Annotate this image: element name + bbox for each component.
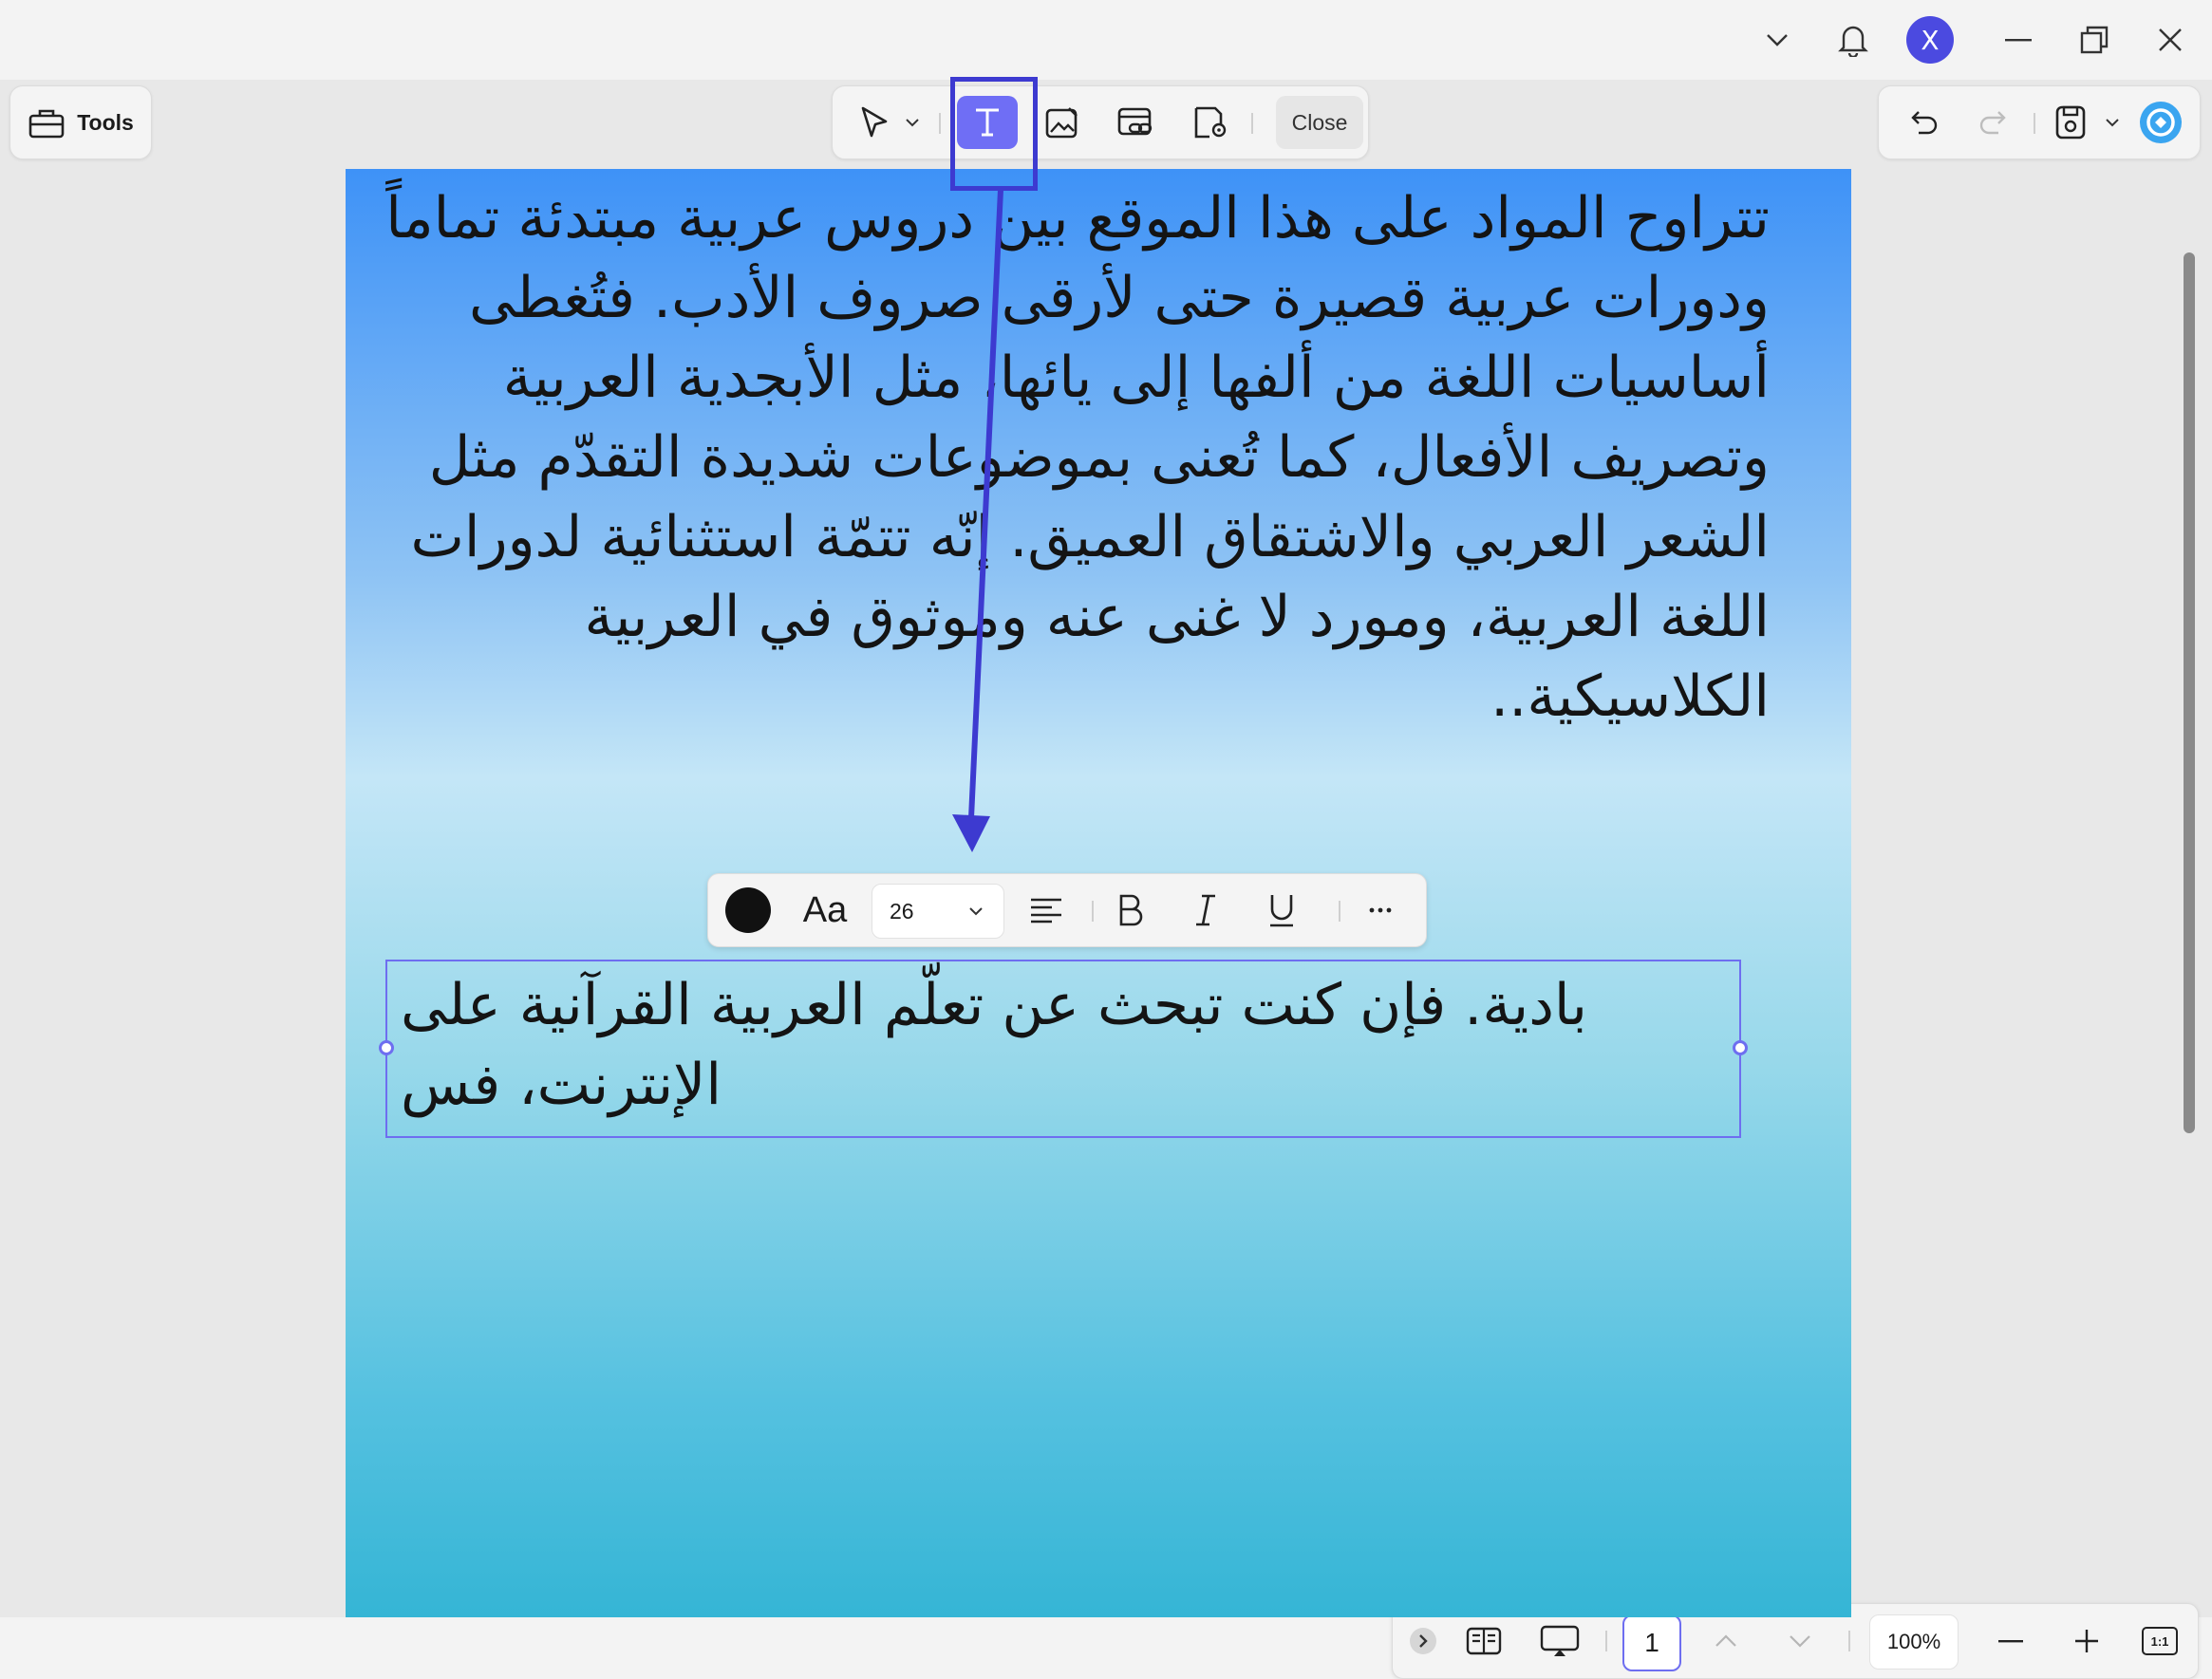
- right-toolbar: [1878, 85, 2201, 159]
- restore-icon[interactable]: [2073, 19, 2115, 61]
- expand-button[interactable]: [1406, 1614, 1440, 1668]
- separator: [1251, 113, 1253, 134]
- title-bar: X: [0, 0, 2212, 80]
- watermark-tool[interactable]: [1182, 96, 1239, 149]
- separator: [1848, 1631, 1850, 1651]
- separator: [2034, 113, 2035, 134]
- cursor-icon: [861, 106, 888, 138]
- document-pin-icon: [1194, 106, 1227, 139]
- minus-icon: [1998, 1640, 2023, 1643]
- more-icon: [1369, 907, 1392, 913]
- avatar-letter: X: [1921, 24, 1940, 56]
- plus-icon: [2075, 1630, 2098, 1652]
- previous-page-button[interactable]: [1702, 1614, 1750, 1668]
- actual-size-button[interactable]: 1:1: [2133, 1614, 2186, 1668]
- separator: [939, 113, 941, 134]
- presentation-icon: [1540, 1625, 1580, 1656]
- tools-button[interactable]: Tools: [9, 85, 152, 159]
- resize-handle-right[interactable]: [1733, 1040, 1748, 1055]
- align-button[interactable]: [1020, 884, 1073, 937]
- chevron-down-icon: [1790, 1635, 1810, 1648]
- toolbox-icon: [28, 109, 65, 139]
- save-button[interactable]: [2042, 96, 2099, 149]
- text-format-toolbar: Aa 26: [707, 873, 1427, 947]
- minimize-icon[interactable]: [1997, 19, 2039, 61]
- bell-icon[interactable]: [1832, 19, 1874, 61]
- tool-highlight-frame: [950, 77, 1038, 191]
- underline-button[interactable]: [1255, 884, 1308, 937]
- save-dropdown[interactable]: [2099, 96, 2126, 149]
- zoom-level[interactable]: 100%: [1869, 1614, 1959, 1670]
- image-edit-icon: [1045, 107, 1078, 139]
- ai-assistant-icon: [2140, 102, 2182, 143]
- select-tool[interactable]: [850, 96, 899, 149]
- separator: [1339, 901, 1340, 922]
- avatar[interactable]: X: [1906, 16, 1954, 64]
- separator: [1605, 1631, 1607, 1651]
- italic-button[interactable]: [1179, 884, 1232, 937]
- bold-button[interactable]: [1103, 884, 1156, 937]
- resize-handle-left[interactable]: [379, 1040, 394, 1055]
- font-family-button[interactable]: Aa: [792, 884, 858, 937]
- actual-size-icon: 1:1: [2142, 1627, 2178, 1655]
- close-icon[interactable]: [2149, 19, 2191, 61]
- page-number-input[interactable]: 1: [1622, 1614, 1681, 1671]
- editing-text[interactable]: بادية. فإن كنت تبحث عن تعلّم العربية الق…: [401, 965, 1635, 1125]
- chevron-down-icon: [2106, 118, 2119, 126]
- reading-mode-button[interactable]: [1455, 1614, 1512, 1668]
- font-size-select[interactable]: 26: [872, 884, 1004, 939]
- select-tool-dropdown[interactable]: [899, 96, 926, 149]
- chevron-down-icon: [906, 118, 919, 126]
- book-icon: [1466, 1627, 1502, 1655]
- bold-icon: [1119, 894, 1143, 926]
- align-left-icon: [1031, 898, 1061, 923]
- italic-icon: [1196, 894, 1215, 926]
- link-box-icon: [1117, 107, 1153, 136]
- save-icon: [2055, 105, 2086, 140]
- presentation-button[interactable]: [1531, 1614, 1588, 1668]
- next-page-button[interactable]: [1776, 1614, 1824, 1668]
- redo-button[interactable]: [1966, 96, 2019, 149]
- chevron-down-icon: [969, 906, 983, 915]
- underline-icon: [1270, 895, 1293, 927]
- close-button[interactable]: Close: [1276, 96, 1363, 149]
- zoom-in-button[interactable]: [2061, 1614, 2112, 1668]
- chevron-up-icon: [1715, 1634, 1736, 1647]
- separator: [1092, 901, 1094, 922]
- image-tool[interactable]: [1034, 96, 1091, 149]
- chevron-right-icon: [1410, 1628, 1436, 1654]
- text-color-button[interactable]: [722, 884, 775, 937]
- text-edit-box[interactable]: بادية. فإن كنت تبحث عن تعلّم العربية الق…: [379, 960, 1748, 1138]
- main-toolbar: Close: [832, 85, 1369, 159]
- undo-icon: [1911, 111, 1938, 135]
- color-swatch: [725, 887, 771, 933]
- font-size-value: 26: [890, 898, 914, 923]
- link-tool[interactable]: [1108, 96, 1165, 149]
- arabic-paragraph[interactable]: تتراوح المواد على هذا الموقع بين دروس عر…: [374, 178, 1770, 737]
- redo-icon: [1979, 111, 2006, 135]
- vertical-scrollbar[interactable]: [2184, 252, 2195, 1133]
- more-options-button[interactable]: [1354, 884, 1407, 937]
- zoom-out-button[interactable]: [1985, 1614, 2036, 1668]
- chevron-down-icon[interactable]: [1756, 19, 1798, 61]
- ai-assistant-button[interactable]: [2133, 96, 2188, 149]
- undo-button[interactable]: [1898, 96, 1951, 149]
- tools-label: Tools: [77, 109, 134, 135]
